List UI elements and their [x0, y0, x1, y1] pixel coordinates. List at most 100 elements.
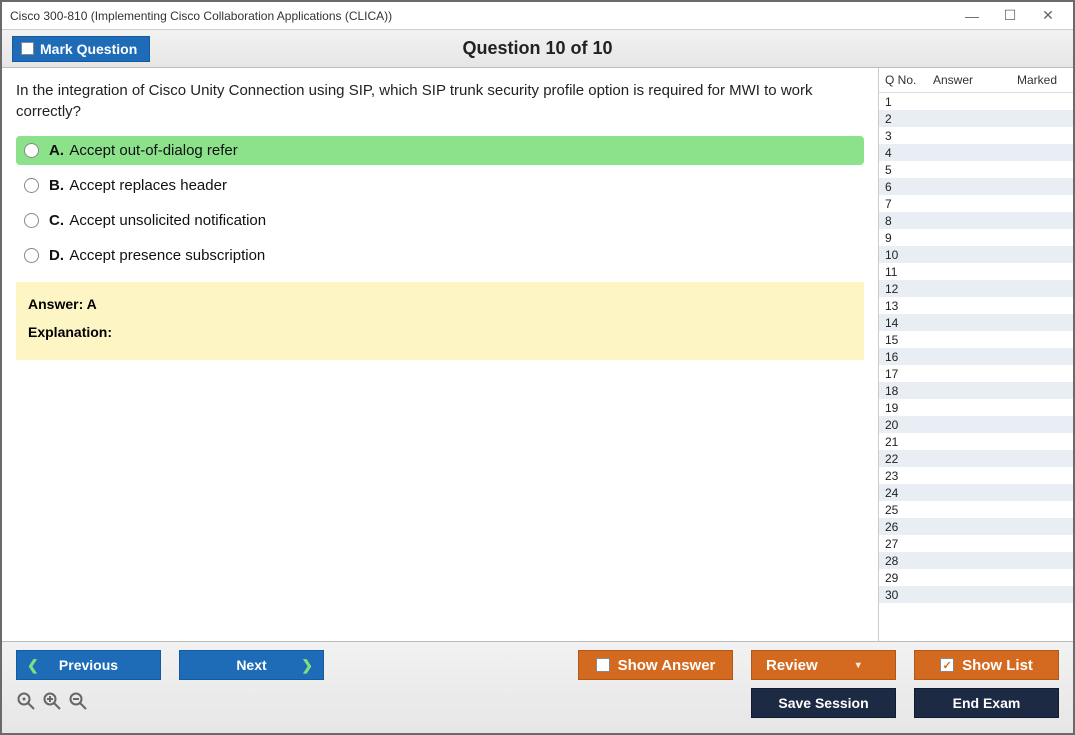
zoom-reset-icon[interactable]: [16, 691, 36, 716]
choice-text: B. Accept replaces header: [49, 177, 227, 194]
question-number: 29: [885, 571, 933, 585]
question-number: 14: [885, 316, 933, 330]
question-list-row[interactable]: 15: [879, 331, 1073, 348]
question-list-row[interactable]: 10: [879, 246, 1073, 263]
app-window: Cisco 300-810 (Implementing Cisco Collab…: [0, 0, 1075, 735]
sidebar-header-marked: Marked: [1017, 73, 1067, 87]
save-session-button[interactable]: Save Session: [751, 688, 896, 718]
footer-bar: ❮ Previous Next ❯ Show Answer Review ▾ ✓…: [2, 641, 1073, 733]
question-list-row[interactable]: 28: [879, 552, 1073, 569]
question-list-row[interactable]: 19: [879, 399, 1073, 416]
question-number: 23: [885, 469, 933, 483]
question-list-row[interactable]: 16: [879, 348, 1073, 365]
answer-line: Answer: A: [28, 296, 852, 312]
question-number: 11: [885, 265, 933, 279]
question-number: 27: [885, 537, 933, 551]
question-list-row[interactable]: 1: [879, 93, 1073, 110]
show-list-button[interactable]: ✓ Show List: [914, 650, 1059, 680]
show-answer-checkbox-icon: [596, 658, 610, 672]
question-list-row[interactable]: 24: [879, 484, 1073, 501]
save-session-label: Save Session: [778, 695, 868, 711]
mark-question-button[interactable]: Mark Question: [12, 36, 150, 62]
question-list-row[interactable]: 13: [879, 297, 1073, 314]
question-counter: Question 10 of 10: [2, 38, 1073, 59]
question-list-row[interactable]: 21: [879, 433, 1073, 450]
minimize-icon[interactable]: —: [963, 7, 981, 25]
sidebar-header: Q No. Answer Marked: [879, 68, 1073, 93]
answer-explanation-box: Answer: A Explanation:: [16, 282, 864, 360]
next-label: Next: [236, 657, 266, 673]
zoom-controls: [16, 691, 88, 716]
question-list-row[interactable]: 25: [879, 501, 1073, 518]
show-answer-button[interactable]: Show Answer: [578, 650, 733, 680]
question-list-row[interactable]: 30: [879, 586, 1073, 603]
question-list-row[interactable]: 14: [879, 314, 1073, 331]
window-title: Cisco 300-810 (Implementing Cisco Collab…: [10, 9, 392, 23]
radio-icon: [24, 213, 39, 228]
previous-button[interactable]: ❮ Previous: [16, 650, 161, 680]
question-list-row[interactable]: 20: [879, 416, 1073, 433]
question-number: 18: [885, 384, 933, 398]
question-list-row[interactable]: 7: [879, 195, 1073, 212]
question-number: 16: [885, 350, 933, 364]
next-button[interactable]: Next ❯: [179, 650, 324, 680]
question-list-row[interactable]: 6: [879, 178, 1073, 195]
sidebar-rows[interactable]: 1234567891011121314151617181920212223242…: [879, 93, 1073, 641]
question-number: 8: [885, 214, 933, 228]
question-number: 20: [885, 418, 933, 432]
answer-choice[interactable]: B. Accept replaces header: [16, 171, 864, 200]
question-list-row[interactable]: 3: [879, 127, 1073, 144]
question-list-row[interactable]: 27: [879, 535, 1073, 552]
footer-row-1: ❮ Previous Next ❯ Show Answer Review ▾ ✓…: [16, 650, 1059, 680]
question-number: 12: [885, 282, 933, 296]
maximize-icon[interactable]: ☐: [1001, 7, 1019, 25]
end-exam-label: End Exam: [953, 695, 1021, 711]
question-number: 25: [885, 503, 933, 517]
sidebar-header-answer: Answer: [933, 73, 1017, 87]
question-list-row[interactable]: 11: [879, 263, 1073, 280]
close-icon[interactable]: ✕: [1039, 7, 1057, 25]
answer-choice[interactable]: A. Accept out-of-dialog refer: [16, 136, 864, 165]
question-number: 5: [885, 163, 933, 177]
question-list-row[interactable]: 8: [879, 212, 1073, 229]
question-list-sidebar: Q No. Answer Marked 12345678910111213141…: [878, 68, 1073, 641]
answer-choice[interactable]: D. Accept presence subscription: [16, 241, 864, 270]
sidebar-header-qno: Q No.: [885, 73, 933, 87]
chevron-right-icon: ❯: [301, 657, 313, 674]
radio-icon: [24, 178, 39, 193]
end-exam-button[interactable]: End Exam: [914, 688, 1059, 718]
answer-choice[interactable]: C. Accept unsolicited notification: [16, 206, 864, 235]
question-number: 26: [885, 520, 933, 534]
zoom-in-icon[interactable]: [42, 691, 62, 716]
question-list-row[interactable]: 17: [879, 365, 1073, 382]
question-number: 19: [885, 401, 933, 415]
question-list-row[interactable]: 29: [879, 569, 1073, 586]
titlebar: Cisco 300-810 (Implementing Cisco Collab…: [2, 2, 1073, 30]
question-number: 21: [885, 435, 933, 449]
question-list-row[interactable]: 26: [879, 518, 1073, 535]
choice-text: C. Accept unsolicited notification: [49, 212, 266, 229]
question-number: 15: [885, 333, 933, 347]
question-list-row[interactable]: 22: [879, 450, 1073, 467]
question-list-row[interactable]: 12: [879, 280, 1073, 297]
zoom-out-icon[interactable]: [68, 691, 88, 716]
question-list-row[interactable]: 5: [879, 161, 1073, 178]
mark-question-label: Mark Question: [40, 41, 137, 57]
content-body: In the integration of Cisco Unity Connec…: [2, 68, 1073, 641]
question-list-row[interactable]: 23: [879, 467, 1073, 484]
question-number: 28: [885, 554, 933, 568]
choices-list: A. Accept out-of-dialog refer B. Accept r…: [16, 136, 864, 270]
question-list-row[interactable]: 9: [879, 229, 1073, 246]
radio-icon: [24, 248, 39, 263]
question-number: 13: [885, 299, 933, 313]
question-list-row[interactable]: 18: [879, 382, 1073, 399]
question-list-row[interactable]: 4: [879, 144, 1073, 161]
choice-text: A. Accept out-of-dialog refer: [49, 142, 238, 159]
question-number: 3: [885, 129, 933, 143]
chevron-down-icon: ▾: [856, 660, 861, 671]
question-list-row[interactable]: 2: [879, 110, 1073, 127]
chevron-left-icon: ❮: [27, 657, 39, 674]
review-dropdown[interactable]: Review ▾: [751, 650, 896, 680]
question-number: 10: [885, 248, 933, 262]
previous-label: Previous: [59, 657, 118, 673]
